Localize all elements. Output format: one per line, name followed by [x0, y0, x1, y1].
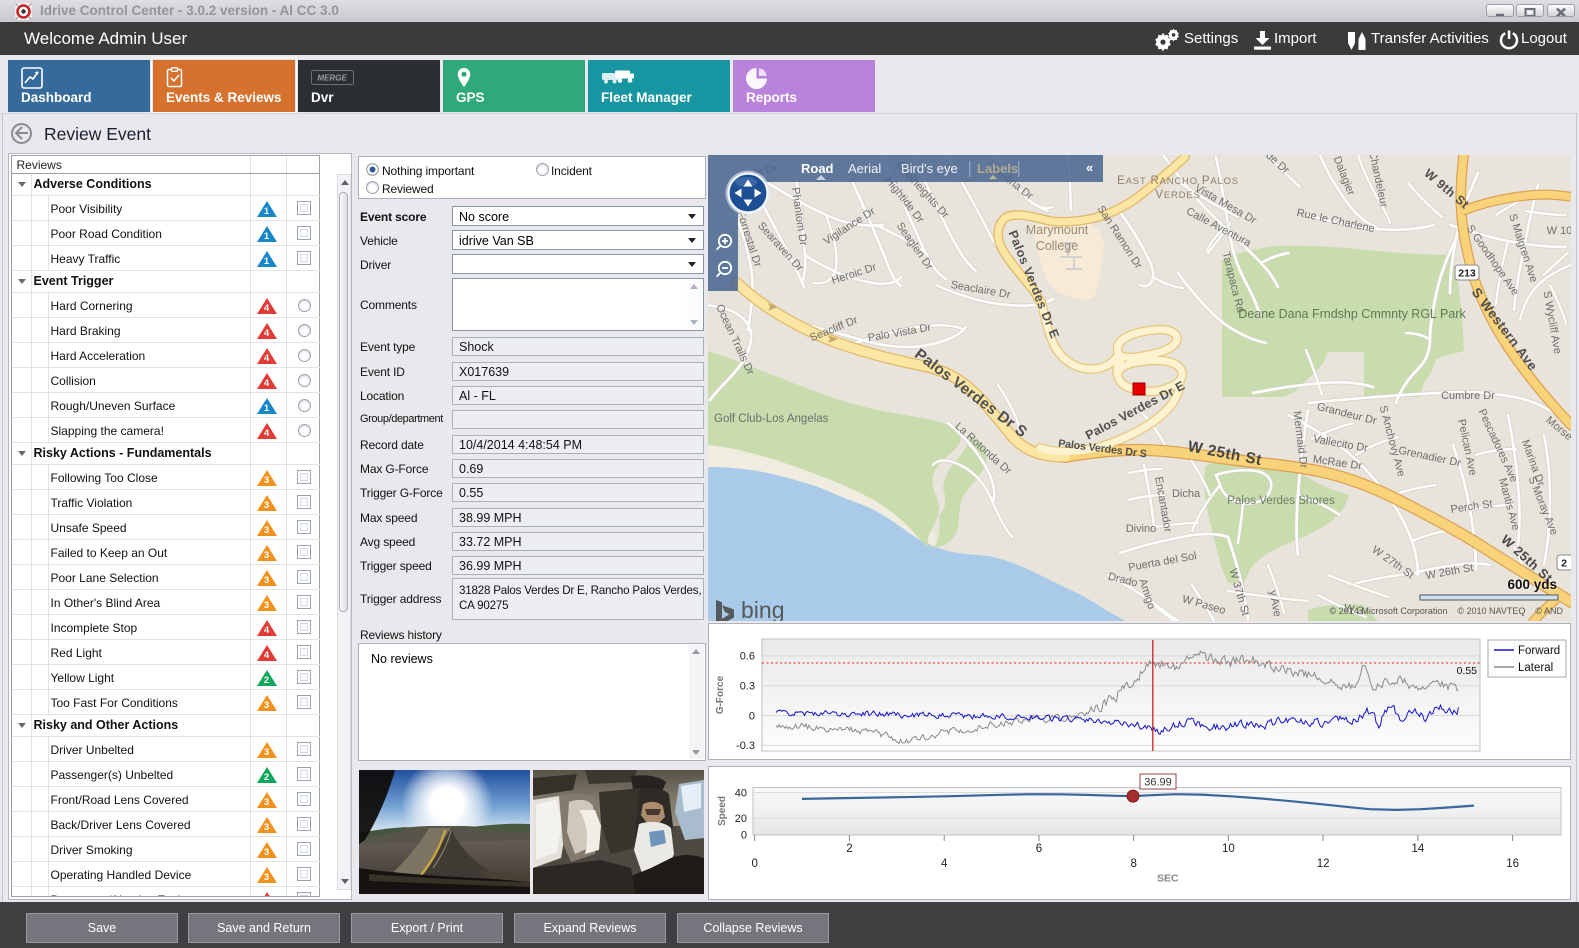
svg-text:20: 20 [735, 813, 747, 825]
svg-text:4: 4 [941, 858, 948, 870]
svg-text:10: 10 [1222, 843, 1235, 855]
svg-text:0.55: 0.55 [1457, 665, 1478, 677]
svg-text:2: 2 [1561, 558, 1567, 570]
svg-text:Forward: Forward [1518, 645, 1560, 657]
svg-text:College: College [1036, 239, 1078, 253]
svg-text:40: 40 [735, 788, 747, 800]
svg-text:0.3: 0.3 [740, 681, 755, 693]
svg-text:-0.3: -0.3 [736, 740, 755, 752]
svg-text:Dicha: Dicha [1172, 488, 1201, 500]
svg-text:16: 16 [1506, 858, 1519, 870]
svg-text:Road: Road [801, 161, 834, 176]
svg-text:Palos Verdes Shores: Palos Verdes Shores [1227, 495, 1335, 507]
svg-text:MERGE: MERGE [317, 74, 347, 83]
svg-text:0: 0 [749, 711, 755, 723]
svg-text:SEC: SEC [1157, 873, 1179, 885]
svg-text:36.99: 36.99 [1144, 777, 1172, 789]
svg-text:2: 2 [846, 843, 852, 855]
svg-text:Aerial: Aerial [848, 161, 881, 176]
svg-text:0.6: 0.6 [740, 651, 755, 663]
svg-text:Bird's eye: Bird's eye [901, 161, 958, 176]
svg-text:8: 8 [1130, 858, 1136, 870]
svg-text:© 2014 Microsoft Corporation: © 2014 Microsoft Corporation © 2010 NAVT… [1330, 606, 1564, 616]
svg-text:«: « [1086, 160, 1093, 175]
svg-text:0: 0 [741, 830, 747, 842]
svg-text:Golf Club-Los Angelas: Golf Club-Los Angelas [714, 413, 829, 425]
svg-text:213: 213 [1458, 268, 1476, 280]
svg-text:Lateral: Lateral [1518, 662, 1553, 674]
svg-text:Marymount: Marymount [1026, 223, 1089, 237]
svg-text:Deane Dana Frndshp Cmmnty RGL: Deane Dana Frndshp Cmmnty RGL Park [1238, 307, 1466, 321]
svg-text:14: 14 [1412, 843, 1425, 855]
svg-text:Labels: Labels [977, 161, 1018, 176]
svg-text:600 yds: 600 yds [1507, 577, 1557, 592]
svg-text:0: 0 [751, 858, 757, 870]
svg-text:EAST RANCHO PALOS: EAST RANCHO PALOS [1117, 175, 1239, 187]
svg-text:Cumbre Dr: Cumbre Dr [1441, 390, 1495, 402]
svg-text:G-Force: G-Force [715, 675, 726, 714]
svg-text:Divino: Divino [1126, 523, 1157, 535]
svg-text:W 10t: W 10t [1547, 225, 1571, 237]
svg-text:VERDES: VERDES [1155, 189, 1200, 201]
svg-text:6: 6 [1036, 843, 1042, 855]
svg-text:12: 12 [1317, 858, 1330, 870]
svg-text:bing: bing [741, 597, 784, 621]
svg-text:Speed: Speed [717, 796, 728, 826]
